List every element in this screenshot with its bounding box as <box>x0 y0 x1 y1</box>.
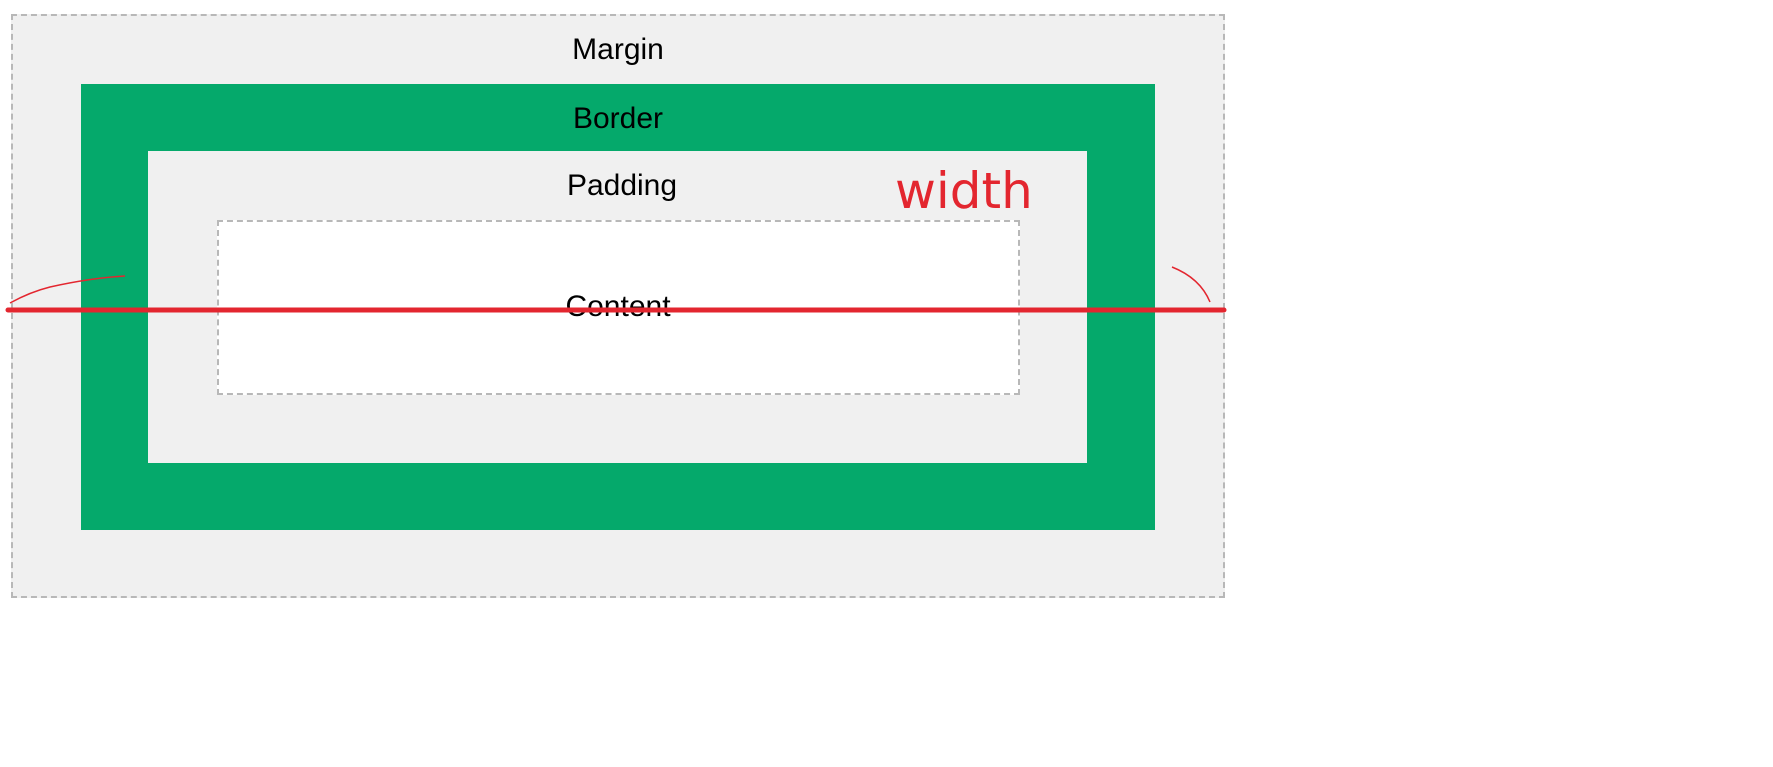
margin-label: Margin <box>572 33 664 66</box>
content-label: Content <box>565 290 671 323</box>
border-label: Border <box>572 102 664 135</box>
width-annotation-label: width <box>895 162 1033 220</box>
padding-label: Padding <box>566 169 678 202</box>
